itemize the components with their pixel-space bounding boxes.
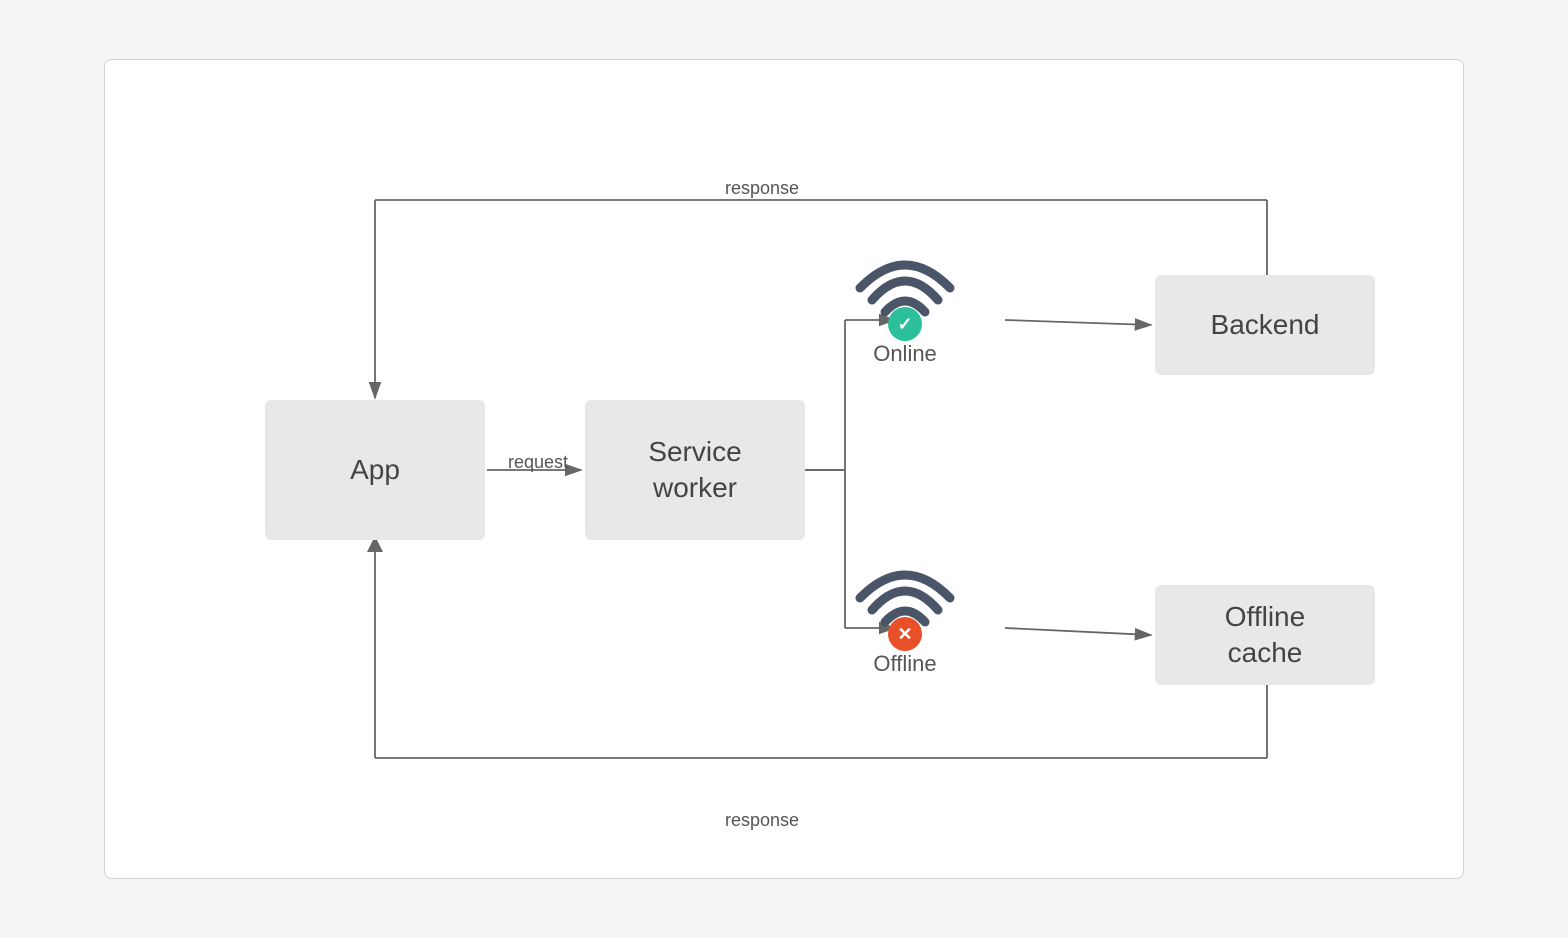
app-label: App (350, 452, 400, 488)
backend-box: Backend (1155, 275, 1375, 375)
offline-label: Offline (873, 651, 936, 677)
x-icon: ✕ (897, 624, 912, 645)
offline-badge: ✕ (888, 617, 922, 651)
online-label: Online (873, 341, 937, 367)
service-worker-box: Service worker (585, 400, 805, 540)
request-label: request (508, 452, 568, 473)
app-box: App (265, 400, 485, 540)
offline-cache-label: Offline cache (1225, 599, 1305, 672)
offline-container: ✕ Offline (850, 550, 960, 677)
online-badge: ✓ (888, 307, 922, 341)
online-wifi-wrapper: ✓ (850, 240, 960, 335)
online-container: ✓ Online (850, 240, 960, 367)
service-worker-label: Service worker (648, 434, 741, 507)
check-icon: ✓ (897, 314, 912, 335)
response-bottom-label: response (725, 810, 799, 831)
offline-cache-box: Offline cache (1155, 585, 1375, 685)
diagram-container: App Service worker Backend Offline cache (104, 59, 1464, 879)
backend-label: Backend (1211, 307, 1320, 343)
offline-wifi-wrapper: ✕ (850, 550, 960, 645)
response-top-label: response (725, 178, 799, 199)
